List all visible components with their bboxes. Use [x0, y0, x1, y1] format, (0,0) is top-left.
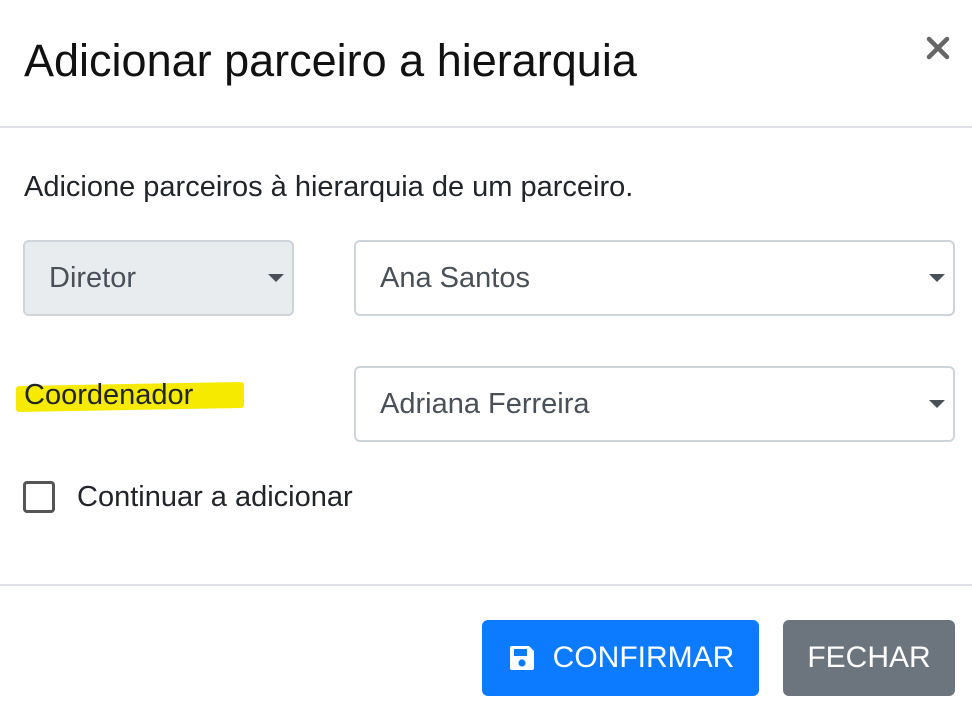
- close-modal-button[interactable]: FECHAR: [783, 620, 955, 696]
- close-button[interactable]: [922, 32, 954, 64]
- role-select-value: Diretor: [49, 261, 137, 294]
- add-partner-modal: Adicionar parceiro a hierarquia Adicione…: [0, 0, 972, 712]
- chevron-down-icon: [268, 274, 284, 282]
- confirm-button[interactable]: CONFIRMAR: [482, 620, 759, 696]
- continue-adding-option[interactable]: Continuar a adicionar: [23, 478, 353, 516]
- role-label-coordinator: Coordenador: [24, 379, 194, 411]
- partner-select-value: Ana Santos: [380, 261, 530, 294]
- partner-select-value: Adriana Ferreira: [380, 387, 590, 420]
- continue-adding-label: Continuar a adicionar: [77, 480, 353, 513]
- confirm-button-label: CONFIRMAR: [552, 641, 735, 674]
- save-icon: [509, 646, 534, 670]
- chevron-down-icon: [929, 400, 945, 408]
- role-select-director[interactable]: Diretor: [23, 240, 294, 316]
- close-icon: [926, 36, 950, 60]
- modal-description: Adicione parceiros à hierarquia de um pa…: [24, 171, 634, 203]
- partner-select-director[interactable]: Ana Santos: [354, 240, 955, 316]
- modal-header: Adicionar parceiro a hierarquia: [0, 0, 972, 128]
- modal-footer: CONFIRMAR FECHAR: [0, 584, 972, 712]
- chevron-down-icon: [929, 274, 945, 282]
- close-button-label: FECHAR: [807, 641, 931, 674]
- modal-body: Adicione parceiros à hierarquia de um pa…: [0, 128, 972, 584]
- partner-select-coordinator[interactable]: Adriana Ferreira: [354, 366, 955, 442]
- continue-adding-checkbox[interactable]: [23, 481, 55, 513]
- modal-title: Adicionar parceiro a hierarquia: [24, 35, 637, 86]
